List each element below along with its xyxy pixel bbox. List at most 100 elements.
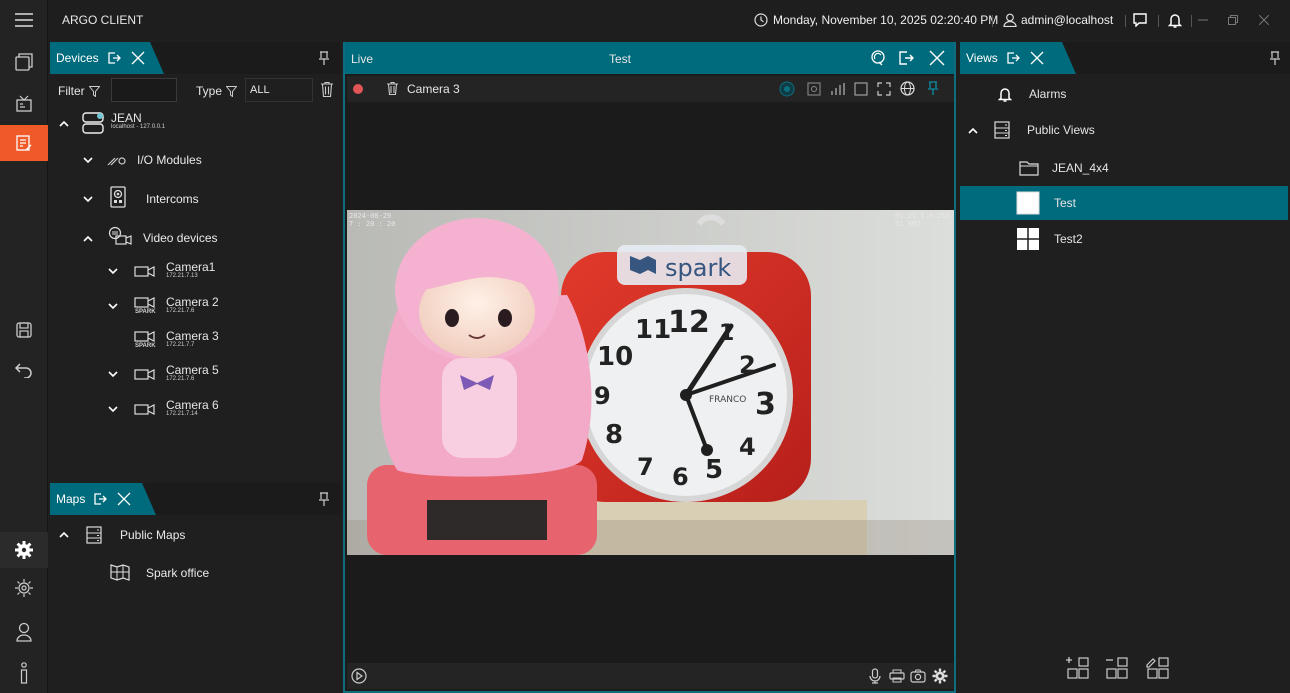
collapse-icon[interactable]	[968, 127, 978, 134]
close-icon[interactable]	[929, 50, 945, 66]
remove-view-icon[interactable]	[1105, 656, 1129, 680]
camera-toolbar: Camera 3	[347, 76, 954, 102]
devices-tab[interactable]: Devices	[50, 42, 164, 74]
close-icon[interactable]	[117, 492, 131, 506]
type-select[interactable]: ALL	[245, 78, 313, 102]
camera-node[interactable]: Camera1 172.21.7.13	[166, 261, 215, 280]
save-icon[interactable]	[0, 312, 48, 348]
camera-name: Camera1	[166, 260, 216, 274]
view-item[interactable]: Test2	[960, 222, 1288, 256]
filter-icon	[226, 85, 238, 97]
expand-icon[interactable]	[108, 303, 118, 310]
alarms-item[interactable]: Alarms	[960, 77, 1288, 111]
views-tab[interactable]: Views	[960, 42, 1076, 74]
maps-title: Maps	[56, 492, 86, 506]
close-icon[interactable]	[131, 51, 145, 65]
camera-snapshot-icon[interactable]	[910, 669, 926, 683]
alarms-label: Alarms	[1029, 87, 1067, 101]
edit-layout-icon[interactable]	[0, 125, 48, 161]
pin-icon[interactable]	[927, 81, 939, 95]
collapse-icon[interactable]	[59, 120, 69, 127]
settings-icon[interactable]	[0, 532, 48, 568]
left-rail	[0, 0, 48, 693]
microphone-icon[interactable]	[869, 668, 881, 684]
expand-icon[interactable]	[83, 196, 93, 203]
pin-icon[interactable]	[1269, 51, 1281, 65]
camera-ip: 172.21.7.6	[166, 308, 195, 314]
io-module-icon	[106, 153, 128, 167]
globe-icon[interactable]	[900, 81, 915, 96]
notifications-icon[interactable]	[1168, 0, 1182, 40]
camera-node[interactable]: Camera 5 172.21.7.6	[166, 364, 219, 383]
undo-icon[interactable]	[0, 352, 48, 388]
camera-name: Camera 3	[166, 329, 219, 343]
add-view-icon[interactable]	[1066, 656, 1090, 680]
server-name: JEAN	[111, 111, 142, 125]
view-item-selected[interactable]: Test	[960, 186, 1288, 220]
view-title: Test	[609, 52, 632, 66]
collapse-icon[interactable]	[83, 235, 93, 242]
windows-icon[interactable]	[0, 44, 48, 80]
server-node[interactable]: JEAN localhost - 127.0.0.1	[111, 112, 165, 131]
playback-icon[interactable]	[351, 668, 367, 684]
camera-ip: 172.21.7.13	[166, 273, 198, 279]
live-tab-label[interactable]: Live	[351, 52, 373, 66]
camera-icon	[134, 296, 156, 309]
minimize-icon[interactable]	[1198, 0, 1208, 40]
camera-node[interactable]: Camera 3 172.21.7.7	[166, 330, 219, 349]
public-views-label: Public Views	[1027, 123, 1095, 137]
camera-brand: SPARK	[135, 343, 156, 349]
info-icon[interactable]	[0, 655, 48, 691]
collapse-icon[interactable]	[59, 531, 69, 538]
snapshot-frame-icon[interactable]	[807, 82, 821, 96]
view-label: Test2	[1054, 232, 1083, 246]
trash-icon[interactable]	[321, 82, 333, 97]
popout-icon[interactable]	[107, 51, 121, 65]
camera-node[interactable]: Camera 6 172.21.7.14	[166, 399, 219, 418]
view-item[interactable]: JEAN_4x4	[960, 151, 1288, 185]
views-title: Views	[966, 51, 998, 65]
user-icon[interactable]	[0, 614, 48, 650]
trash-icon[interactable]	[387, 82, 398, 95]
clock-number: 8	[605, 420, 623, 450]
tree-io-modules[interactable]: I/O Modules	[137, 153, 202, 167]
video-wall-icon[interactable]	[0, 86, 48, 122]
camera-node[interactable]: Camera 2 172.21.7.6	[166, 296, 219, 315]
camera-video-feed[interactable]: spark FRANCO 12 1 2 3 4 5 6 7 8 9 10 11	[347, 210, 954, 555]
aspect-icon[interactable]	[854, 82, 868, 96]
signal-bars-icon[interactable]	[830, 82, 846, 96]
popout-icon[interactable]	[899, 51, 914, 65]
pin-icon[interactable]	[318, 492, 330, 506]
menu-icon[interactable]	[0, 2, 48, 38]
popout-icon[interactable]	[93, 492, 108, 506]
pin-icon[interactable]	[318, 51, 330, 65]
fullscreen-icon[interactable]	[877, 82, 891, 96]
filter-input[interactable]	[111, 78, 177, 102]
tree-public-maps[interactable]: Public Maps	[120, 528, 185, 542]
close-window-icon[interactable]	[1259, 0, 1269, 40]
expand-icon[interactable]	[83, 157, 93, 164]
messages-icon[interactable]	[1133, 0, 1147, 40]
camera-icon	[134, 368, 156, 381]
restore-icon[interactable]	[1228, 0, 1238, 40]
target-icon[interactable]	[779, 81, 795, 97]
tree-video-devices[interactable]: Video devices	[143, 231, 218, 245]
edit-view-icon[interactable]	[1146, 656, 1170, 680]
close-icon[interactable]	[1030, 51, 1044, 65]
system-settings-icon[interactable]	[0, 570, 48, 606]
popout-icon[interactable]	[1006, 51, 1020, 65]
expand-icon[interactable]	[108, 371, 118, 378]
ptz-icon[interactable]	[870, 50, 886, 66]
user-menu[interactable]: admin@localhost	[1003, 0, 1113, 40]
expand-icon[interactable]	[108, 406, 118, 413]
map-item[interactable]: Spark office	[146, 566, 209, 580]
clock-brand-text: FRANCO	[709, 395, 746, 405]
public-views-group[interactable]: Public Views	[960, 113, 1288, 147]
expand-icon[interactable]	[108, 268, 118, 275]
group-icon	[994, 121, 1010, 139]
settings-icon[interactable]	[932, 668, 948, 684]
maps-tab[interactable]: Maps	[50, 483, 156, 515]
tree-intercoms[interactable]: Intercoms	[146, 192, 199, 206]
print-icon[interactable]	[889, 669, 905, 683]
map-icon	[110, 563, 130, 581]
